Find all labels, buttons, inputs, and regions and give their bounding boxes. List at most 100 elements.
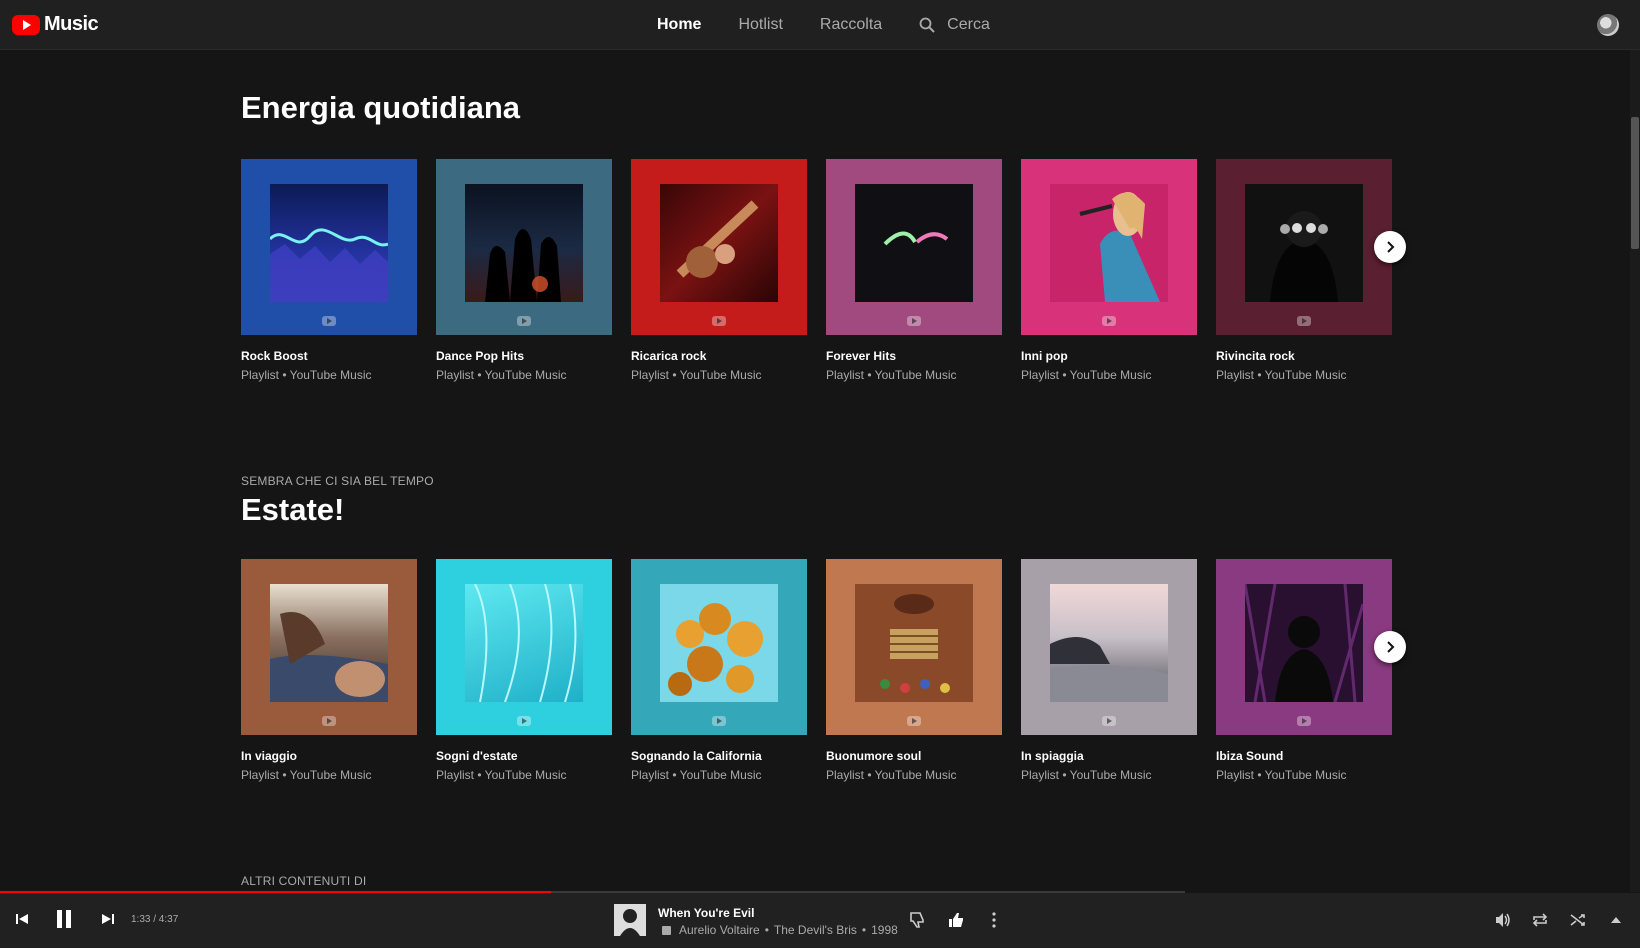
playlist-thumbnail[interactable] bbox=[1021, 159, 1197, 335]
previous-button[interactable] bbox=[14, 911, 30, 927]
scrollbar-thumb[interactable] bbox=[1631, 117, 1639, 249]
youtube-badge-icon bbox=[907, 316, 921, 326]
playlist-card[interactable]: Ricarica rock Playlist • YouTube Music bbox=[631, 159, 807, 382]
playlist-artwork bbox=[855, 184, 973, 302]
youtube-play-icon bbox=[12, 14, 40, 35]
playlist-artwork bbox=[465, 584, 583, 702]
youtube-badge-icon bbox=[907, 716, 921, 726]
playlist-thumbnail[interactable] bbox=[436, 159, 612, 335]
youtube-music-logo[interactable]: Music bbox=[12, 13, 99, 36]
playlist-card[interactable]: Rivincita rock Playlist • YouTube Music bbox=[1216, 159, 1392, 382]
track-meta: Aurelio Voltaire • The Devil's Bris • 19… bbox=[662, 923, 898, 937]
playlist-card[interactable]: Forever Hits Playlist • YouTube Music bbox=[826, 159, 1002, 382]
card-title[interactable]: Forever Hits bbox=[826, 349, 1002, 363]
section-title: Estate! bbox=[241, 492, 345, 527]
dislike-button[interactable] bbox=[908, 910, 928, 930]
card-title[interactable]: Sogni d'estate bbox=[436, 749, 612, 763]
nav-home[interactable]: Home bbox=[657, 16, 701, 34]
card-title[interactable]: In viaggio bbox=[241, 749, 417, 763]
card-title[interactable]: Rock Boost bbox=[241, 349, 417, 363]
carousel-next-button[interactable] bbox=[1374, 231, 1406, 263]
volume-button[interactable] bbox=[1493, 910, 1513, 930]
pause-button[interactable] bbox=[52, 907, 76, 931]
playlist-card[interactable]: Ibiza Sound Playlist • YouTube Music bbox=[1216, 559, 1392, 782]
playlist-thumbnail[interactable] bbox=[1216, 559, 1392, 735]
card-title[interactable]: Inni pop bbox=[1021, 349, 1197, 363]
youtube-badge-icon bbox=[1102, 316, 1116, 326]
card-subtitle: Playlist • YouTube Music bbox=[1021, 768, 1152, 782]
playlist-thumbnail[interactable] bbox=[436, 559, 612, 735]
avatar[interactable] bbox=[1597, 14, 1619, 36]
skip-previous-icon bbox=[16, 914, 28, 924]
playlist-artwork bbox=[1050, 584, 1168, 702]
section-eyebrow: SEMBRA CHE CI SIA BEL TEMPO bbox=[241, 474, 434, 488]
youtube-badge-icon bbox=[1297, 716, 1311, 726]
youtube-badge-icon bbox=[322, 716, 336, 726]
card-title[interactable]: Dance Pop Hits bbox=[436, 349, 612, 363]
youtube-badge-icon bbox=[712, 716, 726, 726]
card-title[interactable]: In spiaggia bbox=[1021, 749, 1197, 763]
section-estate: SEMBRA CHE CI SIA BEL TEMPO Estate! bbox=[241, 474, 434, 528]
youtube-badge-icon bbox=[322, 316, 336, 326]
card-title[interactable]: Ricarica rock bbox=[631, 349, 807, 363]
search-label: Cerca bbox=[947, 16, 990, 33]
top-bar: Music Home Hotlist Raccolta Cerca bbox=[0, 0, 1640, 50]
card-subtitle: Playlist • YouTube Music bbox=[631, 768, 762, 782]
carousel-next-button[interactable] bbox=[1374, 631, 1406, 663]
next-button[interactable] bbox=[100, 911, 116, 927]
playlist-card[interactable]: Sognando la California Playlist • YouTub… bbox=[631, 559, 807, 782]
youtube-badge-icon bbox=[517, 316, 531, 326]
card-subtitle: Playlist • YouTube Music bbox=[826, 368, 957, 382]
playlist-card[interactable]: Rock Boost Playlist • YouTube Music bbox=[241, 159, 417, 382]
more-options-button[interactable] bbox=[984, 910, 1004, 930]
track-title[interactable]: When You're Evil bbox=[658, 906, 754, 920]
chevron-right-icon bbox=[1387, 641, 1395, 653]
expand-player-button[interactable] bbox=[1606, 910, 1626, 930]
playlist-card[interactable]: Dance Pop Hits Playlist • YouTube Music bbox=[436, 159, 612, 382]
playlist-card[interactable]: Sogni d'estate Playlist • YouTube Music bbox=[436, 559, 612, 782]
playlist-card[interactable]: In spiaggia Playlist • YouTube Music bbox=[1021, 559, 1197, 782]
more-vert-icon bbox=[992, 912, 996, 928]
playlist-card[interactable]: Inni pop Playlist • YouTube Music bbox=[1021, 159, 1197, 382]
card-title[interactable]: Rivincita rock bbox=[1216, 349, 1392, 363]
section-title: Energia quotidiana bbox=[241, 90, 521, 125]
playlist-artwork bbox=[270, 584, 388, 702]
playlist-thumbnail[interactable] bbox=[631, 559, 807, 735]
card-title[interactable]: Buonumore soul bbox=[826, 749, 1002, 763]
playlist-artwork bbox=[855, 584, 973, 702]
playlist-artwork bbox=[1245, 184, 1363, 302]
playlist-thumbnail[interactable] bbox=[1216, 159, 1392, 335]
skip-next-icon bbox=[102, 914, 114, 924]
playlist-thumbnail[interactable] bbox=[1021, 559, 1197, 735]
card-subtitle: Playlist • YouTube Music bbox=[826, 768, 957, 782]
track-artist[interactable]: Aurelio Voltaire bbox=[679, 923, 760, 937]
playlist-thumbnail[interactable] bbox=[826, 159, 1002, 335]
playlist-thumbnail[interactable] bbox=[826, 559, 1002, 735]
playlist-card[interactable]: In viaggio Playlist • YouTube Music bbox=[241, 559, 417, 782]
meta-separator: • bbox=[764, 923, 769, 937]
playlist-artwork bbox=[270, 184, 388, 302]
repeat-button[interactable] bbox=[1530, 910, 1550, 930]
playlist-thumbnail[interactable] bbox=[631, 159, 807, 335]
youtube-badge-icon bbox=[712, 316, 726, 326]
card-title[interactable]: Ibiza Sound bbox=[1216, 749, 1392, 763]
playlist-thumbnail[interactable] bbox=[241, 559, 417, 735]
shuffle-button[interactable] bbox=[1568, 910, 1588, 930]
nav-hotlist[interactable]: Hotlist bbox=[738, 16, 782, 34]
section-energia-quotidiana: Energia quotidiana bbox=[241, 90, 520, 126]
meta-separator: • bbox=[861, 923, 867, 937]
playlist-card[interactable]: Buonumore soul Playlist • YouTube Music bbox=[826, 559, 1002, 782]
playlist-artwork bbox=[660, 184, 778, 302]
card-subtitle: Playlist • YouTube Music bbox=[631, 368, 762, 382]
playlist-thumbnail[interactable] bbox=[241, 159, 417, 335]
card-subtitle: Playlist • YouTube Music bbox=[1021, 368, 1152, 382]
logo-text: Music bbox=[44, 13, 99, 35]
card-subtitle: Playlist • YouTube Music bbox=[436, 368, 567, 382]
track-album[interactable]: The Devil's Bris bbox=[774, 923, 857, 937]
now-playing-artwork[interactable] bbox=[614, 904, 646, 936]
repeat-icon bbox=[1532, 913, 1548, 927]
card-title[interactable]: Sognando la California bbox=[631, 749, 807, 763]
like-button[interactable] bbox=[946, 910, 966, 930]
nav-raccolta[interactable]: Raccolta bbox=[820, 16, 882, 34]
search-button[interactable]: Cerca bbox=[919, 16, 990, 34]
